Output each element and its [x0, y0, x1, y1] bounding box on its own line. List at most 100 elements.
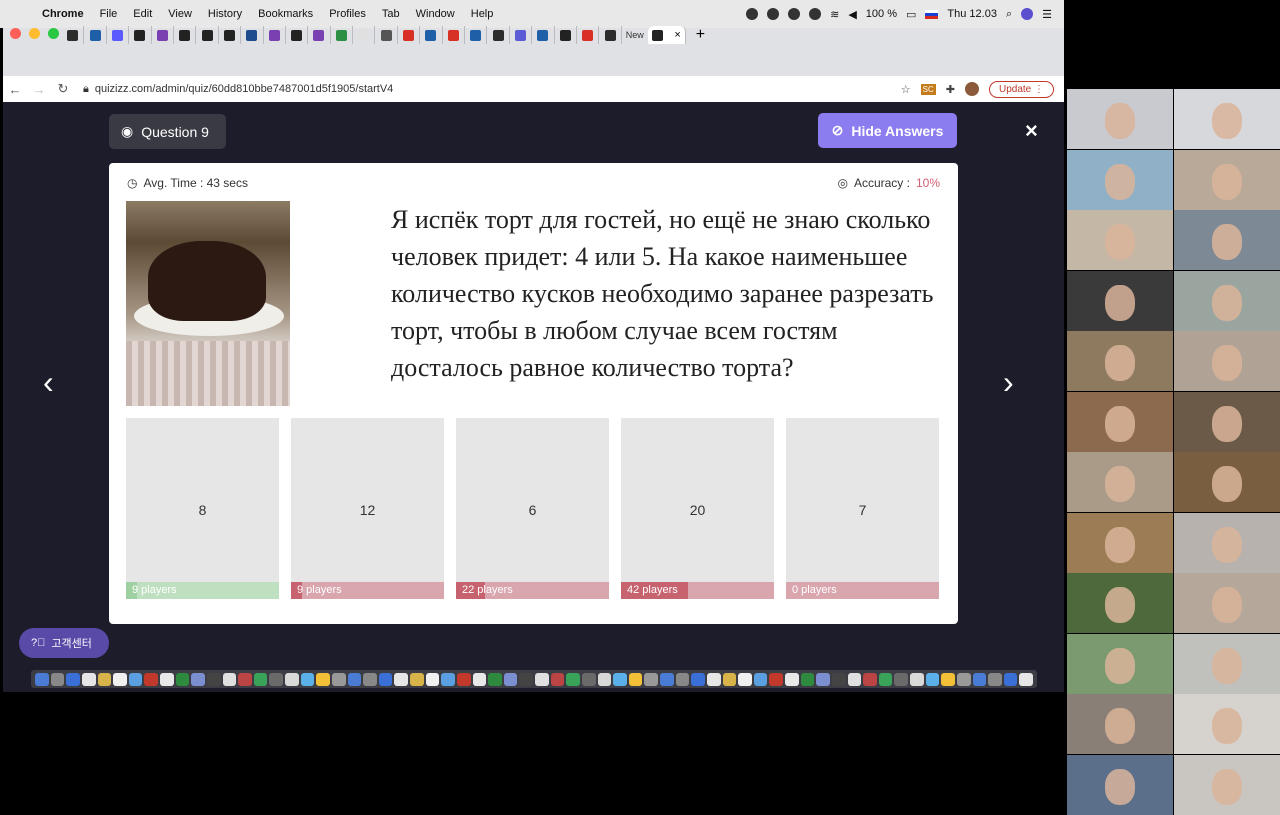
url-text[interactable]: quizizz.com/admin/quiz/60dd810bbe7487001… [95, 83, 393, 95]
dock-app-icon[interactable] [831, 672, 846, 686]
tab-active[interactable]: × [647, 26, 686, 44]
participant-video-tile[interactable] [1067, 573, 1173, 633]
siri-icon[interactable] [1021, 8, 1034, 20]
browser-tab[interactable] [331, 26, 354, 44]
dock-app-icon[interactable] [269, 672, 283, 686]
menu-bookmarks[interactable]: Bookmarks [250, 8, 321, 20]
participant-video-tile[interactable] [1067, 512, 1173, 573]
dock-app-icon[interactable] [613, 672, 627, 686]
chat-icon[interactable] [788, 8, 801, 20]
dock-app-icon[interactable] [753, 672, 768, 686]
participant-video-tile[interactable] [1067, 754, 1173, 815]
dock-app-icon[interactable] [394, 672, 408, 686]
browser-tab[interactable] [107, 26, 130, 44]
dock-app-icon[interactable] [706, 672, 721, 686]
dock-app-icon[interactable] [285, 672, 299, 686]
dock-app-icon[interactable] [941, 672, 955, 686]
menu-edit[interactable]: Edit [125, 8, 160, 20]
dock-app-icon[interactable] [472, 672, 487, 686]
participant-video-tile[interactable] [1174, 573, 1280, 633]
dock-app-icon[interactable] [300, 672, 315, 686]
dock-app-icon[interactable] [675, 672, 690, 686]
dock-app-icon[interactable] [81, 672, 96, 686]
hide-answers-button[interactable]: ⊘ Hide Answers [818, 113, 957, 148]
participant-video-tile[interactable] [1067, 89, 1173, 149]
dock-app-icon[interactable] [581, 672, 596, 686]
dock-app-icon[interactable] [144, 672, 158, 686]
participant-video-tile[interactable] [1067, 331, 1173, 391]
dock-app-icon[interactable] [316, 672, 330, 686]
participant-video-tile[interactable] [1174, 89, 1280, 149]
dock-app-icon[interactable] [863, 672, 877, 686]
dock-app-icon[interactable] [691, 672, 705, 686]
dock-app-icon[interactable] [816, 672, 830, 686]
dock-app-icon[interactable] [113, 672, 127, 686]
browser-tab[interactable] [577, 26, 600, 44]
dock-app-icon[interactable] [191, 672, 205, 686]
back-button[interactable]: ← [3, 82, 27, 97]
extension-sc-icon[interactable]: SC [920, 83, 936, 95]
browser-tab[interactable] [487, 26, 510, 44]
participant-video-tile[interactable] [1067, 210, 1173, 270]
app-status-icon[interactable] [767, 8, 780, 20]
address-bar[interactable]: 🔒︎ quizizz.com/admin/quiz/60dd810bbe7487… [83, 83, 393, 96]
dock-app-icon[interactable] [988, 672, 1002, 686]
forward-button[interactable]: → [27, 82, 51, 97]
previous-question-icon[interactable]: ‹ [43, 364, 54, 401]
menu-history[interactable]: History [200, 8, 250, 20]
dock-app-icon[interactable] [925, 672, 940, 686]
minimize-window-button[interactable] [29, 28, 40, 39]
participant-video-tile[interactable] [1067, 149, 1173, 210]
browser-tab[interactable] [174, 26, 197, 44]
browser-tab[interactable] [152, 26, 174, 44]
dock-app-icon[interactable] [566, 672, 580, 686]
flag-icon[interactable] [925, 9, 939, 19]
zoom-window-button[interactable] [48, 28, 59, 39]
participant-video-tile[interactable] [1174, 331, 1280, 391]
browser-tab[interactable] [62, 26, 85, 44]
menu-profiles[interactable]: Profiles [321, 8, 374, 20]
dock-app-icon[interactable] [1019, 672, 1033, 686]
participant-video-tile[interactable] [1067, 452, 1173, 512]
dock-app-icon[interactable] [1003, 672, 1018, 686]
participant-video-tile[interactable] [1174, 633, 1280, 694]
participant-video-tile[interactable] [1174, 391, 1280, 452]
dock-app-icon[interactable] [238, 672, 252, 686]
dock-app-icon[interactable] [378, 672, 393, 686]
participant-video-tile[interactable] [1067, 694, 1173, 754]
dock-app-icon[interactable] [50, 672, 65, 686]
dock-app-icon[interactable] [128, 672, 143, 686]
dock-app-icon[interactable] [519, 672, 533, 686]
dock-app-icon[interactable] [175, 672, 190, 686]
new-tab-button[interactable]: + [686, 26, 715, 44]
browser-tab[interactable] [241, 26, 264, 44]
menu-window[interactable]: Window [408, 8, 463, 20]
dock-app-icon[interactable] [769, 672, 783, 686]
menu-app[interactable]: Chrome [34, 8, 92, 20]
dock-app-icon[interactable] [597, 672, 612, 686]
participant-video-tile[interactable] [1067, 270, 1173, 331]
dock-app-icon[interactable] [785, 672, 799, 686]
dock-app-icon[interactable] [222, 672, 237, 686]
dock-app-icon[interactable] [628, 672, 643, 686]
dock-app-icon[interactable] [363, 672, 377, 686]
battery-icon[interactable]: ▭ [906, 8, 916, 21]
dock-app-icon[interactable] [550, 672, 565, 686]
close-tab-icon[interactable]: × [674, 29, 680, 41]
search-icon[interactable]: ⌕ [1006, 8, 1012, 21]
dock-app-icon[interactable] [441, 672, 455, 686]
next-question-icon[interactable]: › [1003, 364, 1014, 401]
dock-app-icon[interactable] [488, 672, 502, 686]
dock-app-icon[interactable] [347, 672, 362, 686]
dock-app-icon[interactable] [847, 672, 862, 686]
browser-tab[interactable] [375, 26, 398, 44]
browser-tab[interactable] [465, 26, 488, 44]
dock-app-icon[interactable] [410, 672, 424, 686]
menu-help[interactable]: Help [463, 8, 502, 20]
close-window-button[interactable] [10, 28, 21, 39]
volume-icon[interactable]: ◀ [848, 8, 856, 21]
browser-tab[interactable] [555, 26, 577, 44]
browser-tab[interactable] [286, 26, 309, 44]
participant-video-tile[interactable] [1174, 754, 1280, 815]
tab-new-label[interactable]: New [622, 30, 648, 40]
